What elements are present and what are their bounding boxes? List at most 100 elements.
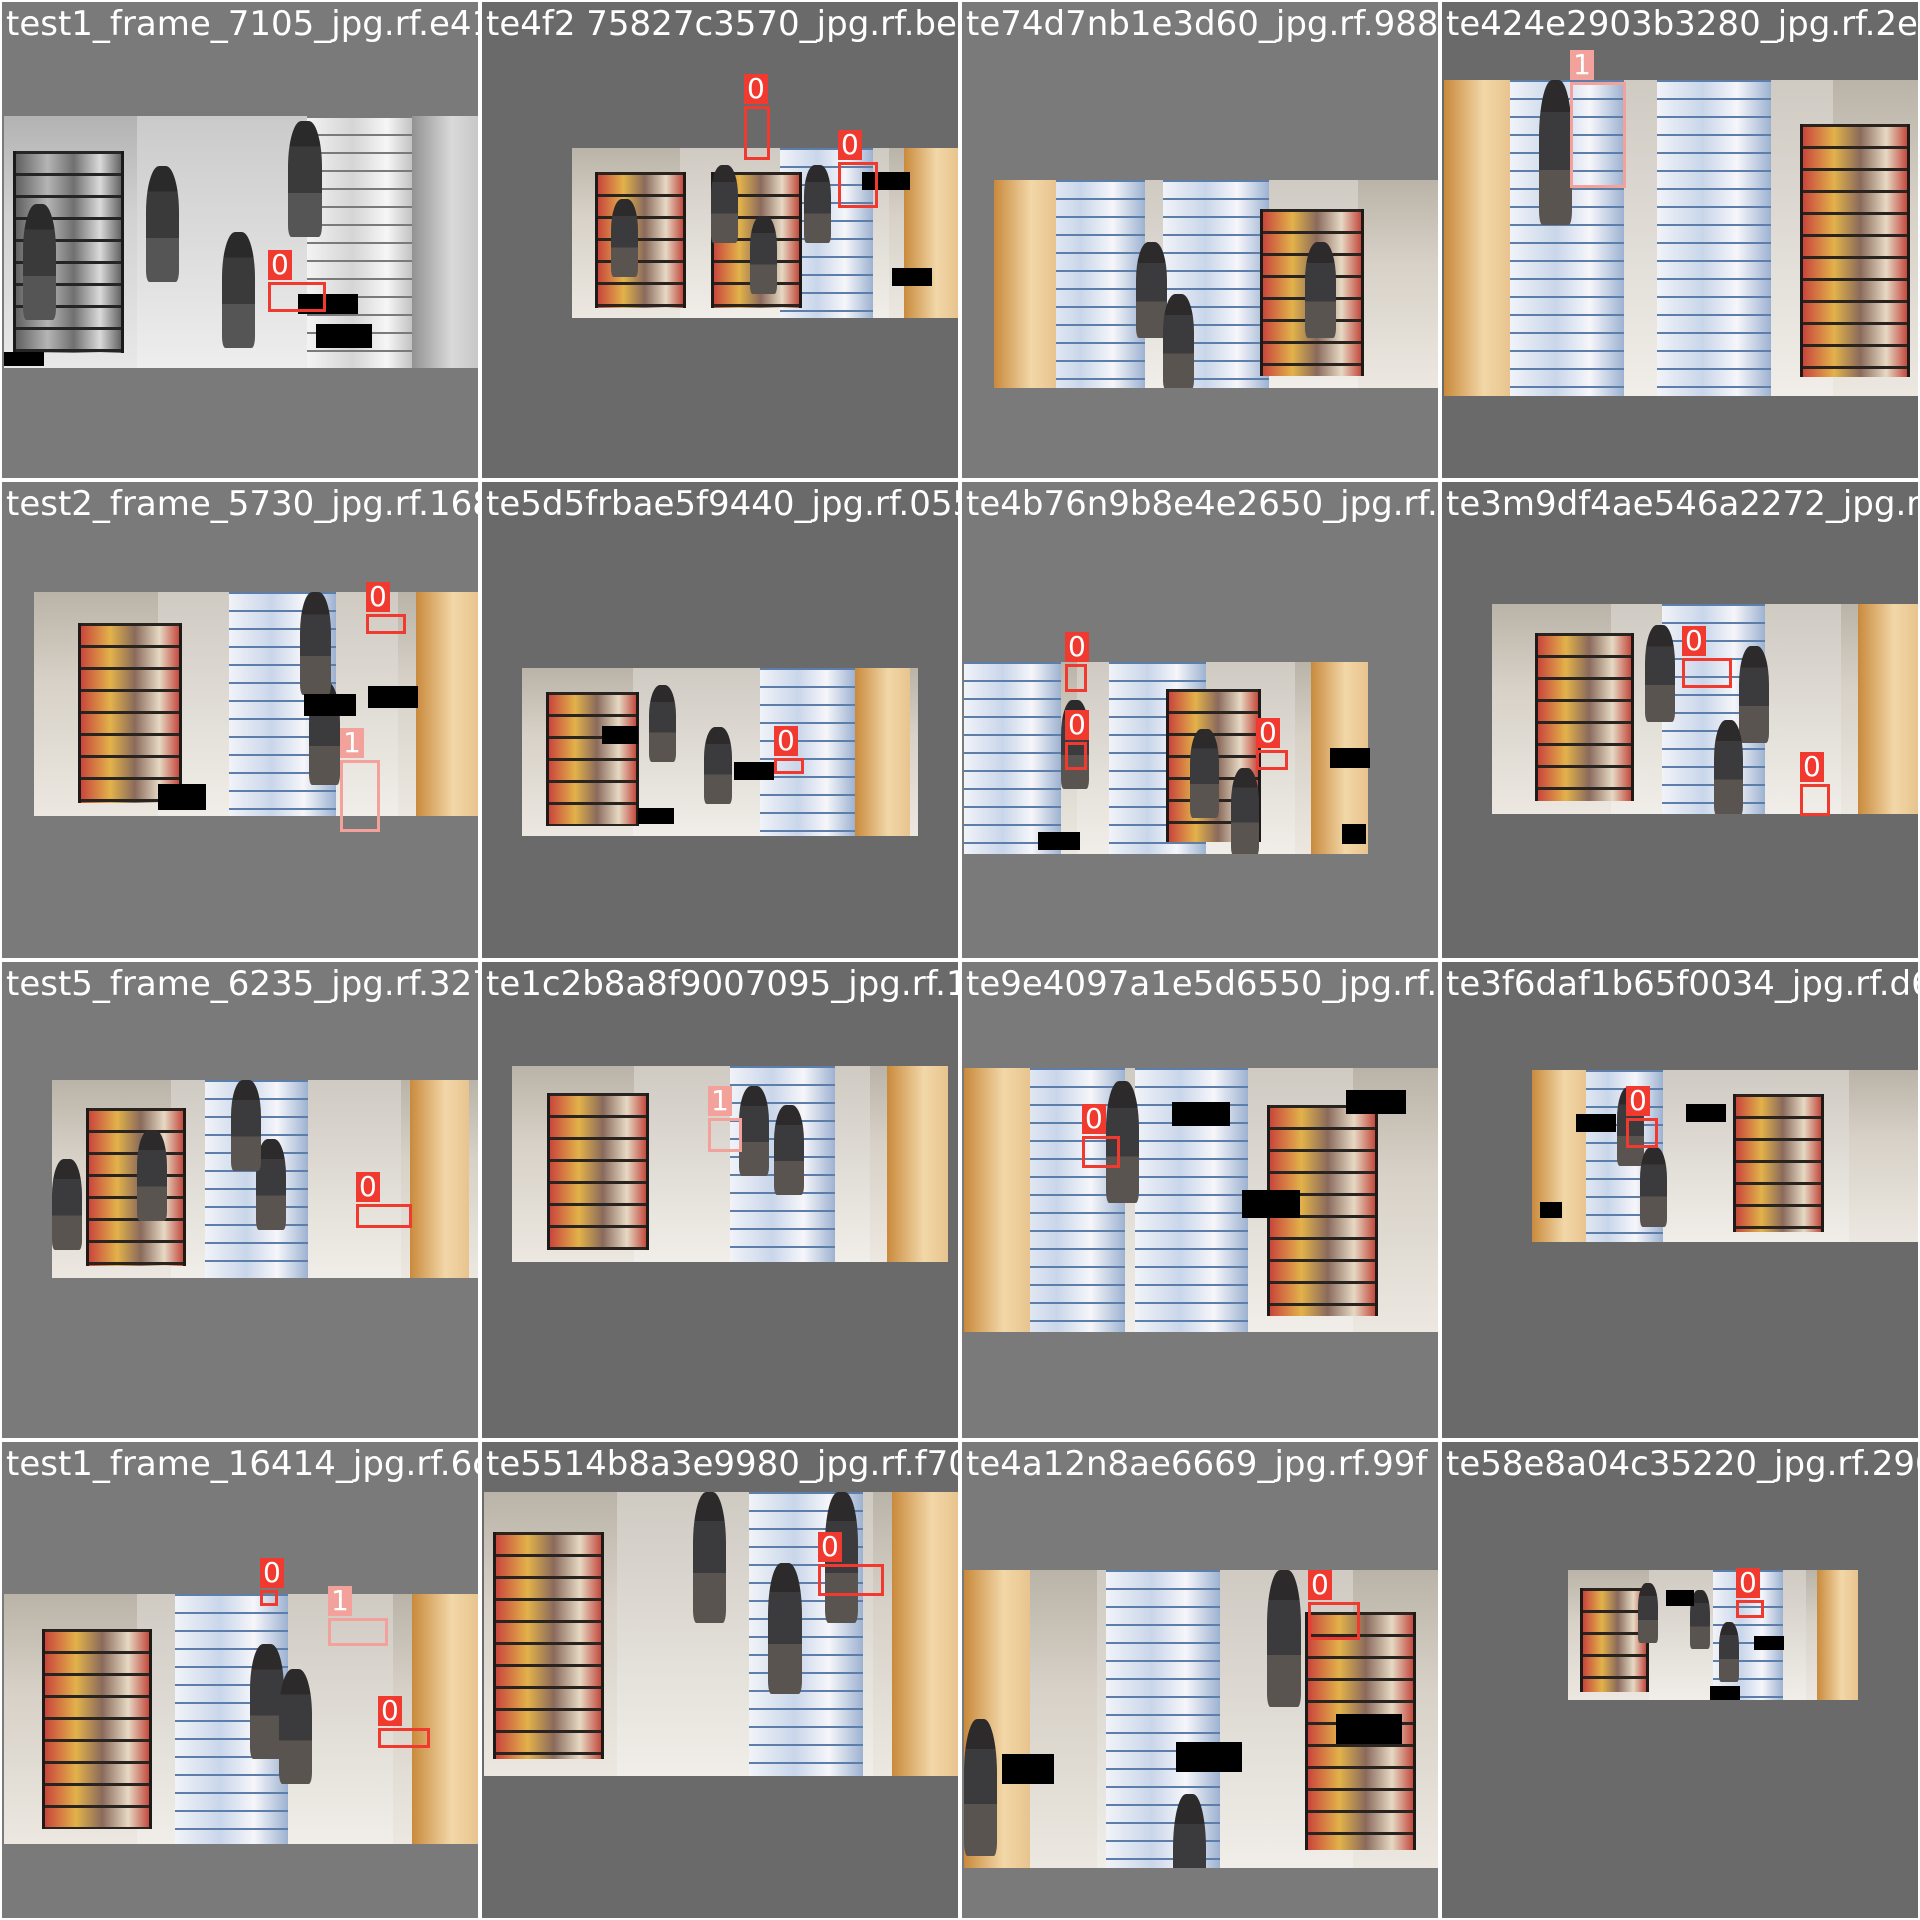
product-rack xyxy=(1799,124,1910,378)
mosaic-tile: 0 1 test2_frame_5730_jpg.rf.168 xyxy=(2,482,478,958)
shopper xyxy=(803,165,831,244)
detection-box xyxy=(774,758,804,774)
censor-block xyxy=(1336,1714,1402,1744)
fridge-shelf xyxy=(964,662,1061,854)
detection-class-label: 0 xyxy=(838,130,862,160)
censor-block xyxy=(1686,1104,1726,1122)
shopper xyxy=(1304,242,1336,339)
store-camera-frame xyxy=(4,1594,478,1844)
detection-box xyxy=(260,1590,278,1606)
shopper xyxy=(1640,1147,1668,1227)
wall-art xyxy=(411,1594,478,1844)
frame-filename-caption: test5_frame_6235_jpg.rf.327 xyxy=(6,964,478,1004)
mosaic-tile: 1 te424e2903b3280_jpg.rf.2e xyxy=(1442,2,1918,478)
censor-block xyxy=(1002,1754,1054,1784)
mosaic-tile: 0 te9e4097a1e5d6550_jpg.rf.0f8 xyxy=(962,962,1438,1438)
shopper xyxy=(146,166,180,283)
shopper xyxy=(773,1105,805,1196)
detection-box xyxy=(268,282,326,312)
shopper xyxy=(1645,625,1676,722)
product-rack xyxy=(595,171,687,308)
detection-class-label: 0 xyxy=(1626,1086,1650,1116)
mosaic-tile: 0 test1_frame_7105_jpg.rf.e41 xyxy=(2,2,478,478)
product-rack xyxy=(41,1629,153,1829)
detection-class-label: 1 xyxy=(708,1086,732,1116)
frame-filename-caption: te9e4097a1e5d6550_jpg.rf.0f8 xyxy=(966,964,1438,1004)
shopper xyxy=(1718,1622,1740,1682)
wall-art xyxy=(411,116,478,368)
frame-filename-caption: test1_frame_7105_jpg.rf.e41 xyxy=(6,4,478,44)
detection-box xyxy=(366,614,406,634)
detection-box xyxy=(1308,1602,1360,1640)
mosaic-tile: 0 te5514b8a3e9980_jpg.rf.f70 xyxy=(482,1442,958,1918)
mosaic-tile: 0 te4a12n8ae6669_jpg.rf.99f xyxy=(962,1442,1438,1918)
censor-block xyxy=(368,686,418,708)
mosaic-tile: 0 test5_frame_6235_jpg.rf.327 xyxy=(2,962,478,1438)
detection-box xyxy=(340,760,380,832)
shopper xyxy=(230,1080,261,1172)
detection-class-label: 0 xyxy=(1682,626,1706,656)
detection-box xyxy=(1626,1118,1658,1148)
wall-art xyxy=(1817,1570,1858,1700)
store-camera-frame xyxy=(994,180,1438,388)
mosaic-tile: 0 0 0 te4b76n9b8e4e2650_jpg.rf.226 xyxy=(962,482,1438,958)
detection-class-label: 0 xyxy=(378,1696,402,1726)
detection-class-label: 1 xyxy=(340,728,364,758)
censor-block xyxy=(1754,1636,1784,1650)
detection-box xyxy=(1570,82,1626,188)
mosaic-tile: 0 te58e8a04c35220_jpg.rf.290 xyxy=(1442,1442,1918,1918)
detection-box xyxy=(1736,1600,1764,1618)
store-camera-frame xyxy=(1444,80,1918,396)
shopper xyxy=(278,1669,313,1784)
detection-class-label: 0 xyxy=(366,582,390,612)
detection-class-label: 0 xyxy=(1065,710,1089,740)
frame-filename-caption: te5d5frbae5f9440_jpg.rf.055 xyxy=(486,484,958,524)
detection-box xyxy=(378,1728,430,1748)
detection-class-label: 0 xyxy=(774,726,798,756)
shopper xyxy=(1230,767,1259,854)
shopper xyxy=(256,1139,287,1231)
shopper xyxy=(288,121,322,237)
frame-filename-caption: test2_frame_5730_jpg.rf.168 xyxy=(6,484,478,524)
mosaic-tile: 1 te1c2b8a8f9007095_jpg.rf.1b xyxy=(482,962,958,1438)
detection-box xyxy=(1065,664,1087,692)
detection-class-label: 0 xyxy=(1065,632,1089,662)
mosaic-tile: 0 0 te4f2 75827c3570_jpg.rf.bed xyxy=(482,2,958,478)
shopper xyxy=(300,592,332,696)
shopper xyxy=(749,216,777,295)
detection-class-label: 1 xyxy=(1570,50,1594,80)
shopper xyxy=(1267,1570,1301,1708)
detection-box xyxy=(356,1204,412,1228)
detection-box xyxy=(328,1618,388,1646)
shopper xyxy=(1190,729,1219,818)
store-camera-frame xyxy=(484,1492,958,1776)
censor-block xyxy=(1176,1742,1242,1772)
detection-class-label: 0 xyxy=(1308,1570,1332,1600)
detection-class-label: 0 xyxy=(818,1532,842,1562)
censor-block xyxy=(1038,832,1080,850)
shopper xyxy=(1172,1793,1206,1868)
detection-box xyxy=(1065,742,1087,770)
shopper xyxy=(692,1492,726,1623)
censor-block xyxy=(304,694,356,716)
censor-block xyxy=(1710,1686,1740,1700)
store-camera-frame xyxy=(964,662,1368,854)
frame-filename-caption: te424e2903b3280_jpg.rf.2e xyxy=(1446,4,1918,44)
detection-class-label: 0 xyxy=(356,1172,380,1202)
detection-box xyxy=(1082,1136,1120,1168)
frame-filename-caption: te1c2b8a8f9007095_jpg.rf.1b xyxy=(486,964,958,1004)
detection-box xyxy=(744,106,770,160)
shopper xyxy=(22,204,57,321)
frame-filename-caption: te3f6daf1b65f0034_jpg.rf.d6 xyxy=(1446,964,1918,1004)
product-rack xyxy=(78,623,183,803)
mosaic-tile: 0 1 0 test1_frame_16414_jpg.rf.6c xyxy=(2,1442,478,1918)
wall-art xyxy=(891,1492,958,1776)
shopper xyxy=(1637,1583,1658,1643)
frame-filename-caption: te4f2 75827c3570_jpg.rf.bed xyxy=(486,4,958,44)
censor-block xyxy=(1330,748,1370,768)
detection-class-label: 0 xyxy=(1256,718,1280,748)
detection-box xyxy=(708,1118,742,1152)
frame-filename-caption: te58e8a04c35220_jpg.rf.290 xyxy=(1446,1444,1918,1484)
frame-filename-caption: te5514b8a3e9980_jpg.rf.f70 xyxy=(486,1444,958,1484)
detection-class-label: 0 xyxy=(1800,752,1824,782)
